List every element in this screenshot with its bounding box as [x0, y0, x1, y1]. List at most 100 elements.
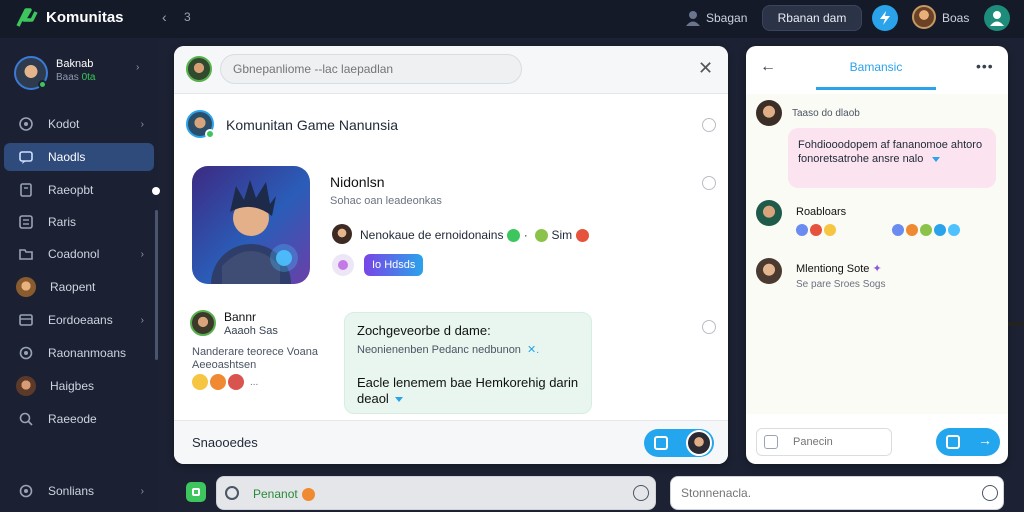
user-label[interactable]: Sbagan: [706, 11, 747, 25]
options-icon[interactable]: [702, 320, 716, 334]
game-description: Nenokaue de ernoidonains · Sim: [360, 228, 590, 243]
chat-icon: [19, 151, 33, 164]
search-icon: [19, 412, 33, 426]
avatar[interactable]: [186, 56, 212, 82]
emoji-icon[interactable]: [892, 224, 904, 236]
game-title: Nidonlsn: [330, 174, 385, 190]
back-arrow-icon[interactable]: ←: [760, 58, 776, 76]
post-meta: Aaaoh Sas: [224, 325, 278, 337]
sidebar-item-label: Raris: [48, 215, 77, 229]
sidebar-item-raonanmoans[interactable]: Raonanmoans: [4, 339, 154, 367]
sidebar-item-eordoeaans[interactable]: Eordoeaans ›: [4, 306, 154, 334]
sidebar: Baknab Baas 0ta › Kodot › Naodls Raeopbt…: [0, 38, 160, 512]
sidebar-item-coadonol[interactable]: Coadonol ›: [4, 240, 154, 268]
tab-chat[interactable]: Bamansic: [816, 46, 936, 90]
emoji-icon[interactable]: [796, 224, 808, 236]
avatar[interactable]: [756, 200, 782, 226]
message-bubble: Zochgeveorbe d dame: Neonienenben Pedanc…: [344, 312, 592, 414]
camera-icon: [946, 435, 960, 449]
emoji-icon[interactable]: [824, 224, 836, 236]
avatar[interactable]: [332, 224, 352, 244]
send-button[interactable]: →: [936, 428, 1000, 456]
sidebar-profile-name[interactable]: Baknab: [56, 58, 93, 70]
emoji-picker-icon[interactable]: [982, 485, 998, 501]
sidebar-item-naodls[interactable]: Naodls: [4, 143, 154, 171]
emoji-icon[interactable]: [934, 224, 946, 236]
sidebar-item-raeopbt[interactable]: Raeopbt: [4, 176, 154, 204]
sidebar-item-label: Coadonol: [48, 247, 100, 261]
avatar-icon: [16, 376, 36, 396]
folder-icon: [19, 249, 33, 260]
emoji-icon[interactable]: [192, 374, 208, 390]
sidebar-item-label: Naodls: [48, 150, 86, 164]
emoji-icon[interactable]: [810, 224, 822, 236]
sidebar-item-haigbes[interactable]: Haigbes: [4, 372, 154, 400]
emoji-icon[interactable]: [228, 374, 244, 390]
close-icon[interactable]: ✕: [698, 58, 713, 79]
avatar[interactable]: [912, 5, 936, 29]
user-icon[interactable]: [686, 10, 700, 26]
brain-icon[interactable]: [332, 254, 354, 276]
message-text: Se pare Sroes Sogs: [796, 279, 886, 290]
sidebar-item-label: Raopent: [50, 280, 96, 294]
sidebar-scrollbar[interactable]: [155, 210, 158, 360]
reaction-list[interactable]: ...: [192, 374, 258, 390]
more-reactions[interactable]: ...: [250, 377, 258, 388]
sidebar-item-kodot[interactable]: Kodot ›: [4, 110, 154, 138]
emoji-icon[interactable]: [210, 374, 226, 390]
emoji-icon: [535, 229, 549, 243]
message-input[interactable]: [670, 476, 1004, 510]
header-action-button[interactable]: Rbanan dam: [762, 5, 862, 31]
avatar[interactable]: [686, 430, 712, 456]
sidebar-item-label: Eordoeaans: [48, 313, 113, 327]
online-indicator: [38, 80, 47, 89]
chat-composer: →: [746, 418, 1008, 464]
emoji-icon[interactable]: [920, 224, 932, 236]
window-edge-handle: [1008, 322, 1024, 326]
message-author: Roabloars: [796, 206, 847, 218]
sidebar-item-label: Raonanmoans: [48, 346, 127, 360]
search-input[interactable]: [220, 54, 522, 84]
sidebar-item-raeeode[interactable]: Raeeode: [4, 405, 154, 433]
sidebar-item-sonlians[interactable]: Sonlians ›: [4, 477, 154, 505]
bookmark-icon: [20, 183, 32, 197]
bottom-search[interactable]: Penanot: [216, 476, 656, 510]
reaction-list[interactable]: [796, 224, 836, 236]
bottom-bar: Penanot: [174, 472, 1014, 512]
chevron-right-icon[interactable]: ›: [136, 62, 139, 73]
back-arrow-icon[interactable]: ‹: [162, 9, 167, 25]
sidebar-item-raris[interactable]: Raris: [4, 208, 154, 236]
grid-icon: [19, 314, 33, 326]
sidebar-item-label: Kodot: [48, 117, 80, 131]
sidebar-item-label: Raeopbt: [48, 183, 94, 197]
emoji-picker-icon[interactable]: [633, 485, 649, 501]
image-icon[interactable]: [764, 435, 778, 449]
avatar[interactable]: [756, 258, 782, 284]
search-icon: [225, 486, 239, 500]
people-icon: [19, 215, 33, 229]
profile-name[interactable]: Boas: [942, 11, 969, 25]
add-icon[interactable]: [186, 482, 206, 502]
more-icon[interactable]: •••: [976, 58, 994, 74]
sidebar-item-raopent[interactable]: Raopent: [4, 273, 154, 301]
feed-header: ✕: [174, 46, 728, 94]
emoji-icon[interactable]: [906, 224, 918, 236]
bubble-line: deaol: [357, 391, 403, 406]
gamepad-icon: [19, 117, 33, 131]
chevron-right-icon: ›: [140, 248, 144, 260]
game-cover-image[interactable]: [192, 166, 310, 284]
game-tag[interactable]: Io Hdsds: [364, 254, 424, 276]
profile-avatar-icon[interactable]: [984, 5, 1010, 31]
post-author[interactable]: Bannr: [224, 310, 256, 324]
logo-icon: [16, 8, 38, 27]
avatar[interactable]: [756, 100, 782, 126]
emoji-icon[interactable]: [948, 224, 960, 236]
reaction-list[interactable]: [892, 224, 960, 236]
settings-icon: [19, 484, 33, 498]
avatar[interactable]: [190, 310, 216, 336]
camera-icon: [654, 436, 668, 450]
options-icon[interactable]: [702, 176, 716, 190]
camera-button[interactable]: [644, 429, 714, 457]
lightning-icon[interactable]: [872, 5, 898, 31]
options-icon[interactable]: [702, 118, 716, 132]
